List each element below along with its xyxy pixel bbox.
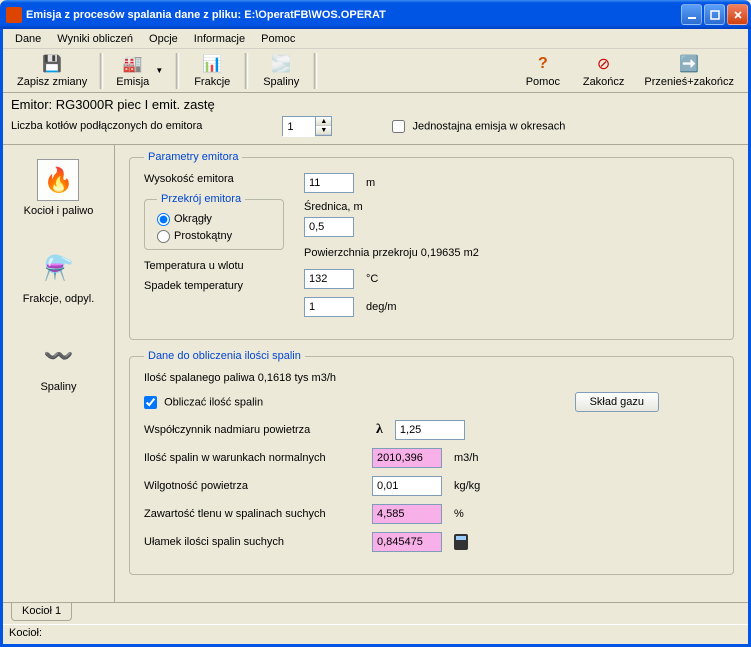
toolbar-separator xyxy=(175,53,180,89)
wilg-label: Wilgotność powietrza xyxy=(144,480,364,492)
boiler-icon: 🔥 xyxy=(37,159,79,201)
titlebar: Emisja z procesów spalania dane z pliku:… xyxy=(0,0,751,29)
spaliny-legend: Dane do obliczenia ilości spalin xyxy=(144,350,305,362)
obliczac-checkbox[interactable] xyxy=(144,396,157,409)
sklad-gazu-button[interactable]: Skład gazu xyxy=(575,392,659,412)
jednostajna-checkbox[interactable] xyxy=(392,120,405,133)
srednica-label: Średnica, m xyxy=(304,201,479,213)
save-icon: 💾 xyxy=(42,54,62,74)
prostokatny-radio[interactable] xyxy=(157,230,170,243)
przekroj-legend: Przekrój emitora xyxy=(157,193,245,205)
statusbar: Kocioł: xyxy=(3,624,748,644)
tab-kociol1[interactable]: Kocioł 1 xyxy=(11,603,72,621)
status-text: Kocioł: xyxy=(9,627,42,639)
sidebar: 🔥 Kocioł i paliwo ⚗️ Frakcje, odpyl. 〰️ … xyxy=(3,145,115,602)
okragly-radio-label[interactable]: Okrągły xyxy=(157,213,212,225)
menu-pomoc[interactable]: Pomoc xyxy=(253,31,303,47)
stop-icon: ⊘ xyxy=(594,54,614,74)
exhaust-icon: 〰️ xyxy=(38,335,80,377)
powierzchnia-text: Powierzchnia przekroju 0,19635 m2 xyxy=(304,247,479,259)
info-header: Emitor: RG3000R piec I emit. zastę Liczb… xyxy=(3,93,748,145)
spin-down-icon: ▼ xyxy=(316,126,331,135)
tb-pomoc[interactable]: ? Pomoc xyxy=(513,51,573,91)
wilg-input[interactable] xyxy=(372,476,442,496)
menubar: Dane Wyniki obliczeń Opcje Informacje Po… xyxy=(3,29,748,49)
lambda-icon: λ xyxy=(376,422,383,438)
menu-wyniki[interactable]: Wyniki obliczeń xyxy=(49,31,141,47)
chart-icon: 📊 xyxy=(202,54,222,74)
toolbar: 💾 Zapisz zmiany 🏭 Emisja ▼ 📊 Frakcje 🌫️ … xyxy=(3,49,748,93)
ilosc-norm-unit: m3/h xyxy=(454,452,478,464)
sidebar-item-kociol[interactable]: 🔥 Kocioł i paliwo xyxy=(24,159,94,217)
tlen-label: Zawartość tlenu w spalinach suchych xyxy=(144,508,364,520)
spadek-unit: deg/m xyxy=(366,301,397,313)
menu-opcje[interactable]: Opcje xyxy=(141,31,186,47)
temp-unit: °C xyxy=(366,273,378,285)
temp-wlotu-label: Temperatura u wlotu xyxy=(144,260,274,272)
jednostajna-checkbox-label[interactable]: Jednostajna emisja w okresach xyxy=(392,120,565,133)
sidebar-item-spaliny[interactable]: 〰️ Spaliny xyxy=(38,335,80,393)
spin-up-icon: ▲ xyxy=(316,117,331,126)
wysokosc-unit: m xyxy=(366,177,375,189)
spadek-input[interactable] xyxy=(304,297,354,317)
tlen-input[interactable] xyxy=(372,504,442,524)
tb-zakoncz[interactable]: ⊘ Zakończ xyxy=(573,51,635,91)
menu-dane[interactable]: Dane xyxy=(7,31,49,47)
transfer-icon: ➡️ xyxy=(679,54,699,74)
prostokatny-radio-label[interactable]: Prostokątny xyxy=(157,230,232,242)
wsp-label: Współczynnik nadmiaru powietrza xyxy=(144,424,364,436)
tb-emisja[interactable]: 🏭 Emisja ▼ xyxy=(106,51,173,91)
spadek-label: Spadek temperatury xyxy=(144,280,274,292)
przekroj-group: Przekrój emitora Okrągły Prostokątny xyxy=(144,193,284,250)
wsp-input[interactable] xyxy=(395,420,465,440)
tb-zapisz[interactable]: 💾 Zapisz zmiany xyxy=(7,51,97,91)
ilosc-paliwa-text: Ilość spalanego paliwa 0,1618 tys m3/h xyxy=(144,372,336,384)
ilosc-norm-input[interactable] xyxy=(372,448,442,468)
ulamek-label: Ułamek ilości spalin suchych xyxy=(144,536,364,548)
parametry-group: Parametry emitora Wysokość emitora Przek… xyxy=(129,151,734,340)
dropdown-arrow-icon: ▼ xyxy=(155,66,163,75)
calculator-icon[interactable] xyxy=(454,534,468,550)
toolbar-separator xyxy=(244,53,249,89)
okragly-radio[interactable] xyxy=(157,213,170,226)
sidebar-item-frakcje[interactable]: ⚗️ Frakcje, odpyl. xyxy=(23,247,95,305)
toolbar-separator xyxy=(313,53,318,89)
temp-wlotu-input[interactable] xyxy=(304,269,354,289)
parametry-legend: Parametry emitora xyxy=(144,151,242,163)
wysokosc-input[interactable] xyxy=(304,173,354,193)
factory-icon: 🏭 xyxy=(123,54,143,74)
tb-spaliny[interactable]: 🌫️ Spaliny xyxy=(251,51,311,91)
content-pane: Parametry emitora Wysokość emitora Przek… xyxy=(115,145,748,602)
tb-przenies[interactable]: ➡️ Przenieś+zakończ xyxy=(634,51,744,91)
toolbar-separator xyxy=(99,53,104,89)
filter-icon: ⚗️ xyxy=(38,247,80,289)
tlen-unit: % xyxy=(454,508,464,520)
app-icon xyxy=(6,7,22,23)
ilosc-norm-label: Ilość spalin w warunkach normalnych xyxy=(144,452,364,464)
kotly-input[interactable] xyxy=(283,117,315,137)
kotly-spinner[interactable]: ▲▼ xyxy=(282,116,332,136)
tb-frakcje[interactable]: 📊 Frakcje xyxy=(182,51,242,91)
bottom-tabs: Kocioł 1 xyxy=(3,602,748,624)
maximize-button[interactable] xyxy=(704,4,725,25)
smoke-icon: 🌫️ xyxy=(271,54,291,74)
spaliny-group: Dane do obliczenia ilości spalin Ilość s… xyxy=(129,350,734,575)
kotly-label: Liczba kotłów podłączonych do emitora xyxy=(11,120,202,132)
srednica-input[interactable] xyxy=(304,217,354,237)
menu-informacje[interactable]: Informacje xyxy=(186,31,253,47)
close-button[interactable] xyxy=(727,4,748,25)
emitor-label: Emitor: RG3000R piec I emit. zastę xyxy=(11,97,740,112)
ulamek-input[interactable] xyxy=(372,532,442,552)
help-icon: ? xyxy=(533,54,553,74)
obliczac-checkbox-label[interactable]: Obliczać ilość spalin xyxy=(144,396,263,409)
window-title: Emisja z procesów spalania dane z pliku:… xyxy=(26,9,681,21)
minimize-button[interactable] xyxy=(681,4,702,25)
wilg-unit: kg/kg xyxy=(454,480,480,492)
wysokosc-label: Wysokość emitora xyxy=(144,173,274,185)
